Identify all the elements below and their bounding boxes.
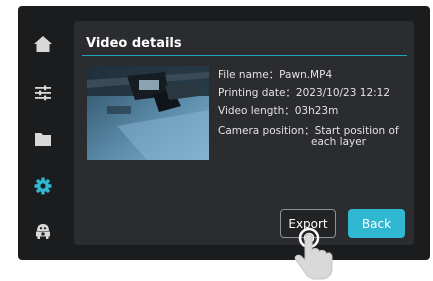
sidebar-item-home[interactable]: [18, 29, 68, 59]
tap-hand-icon: [294, 227, 333, 280]
title-divider: [82, 55, 407, 56]
video-length-text: Video length：03h23m: [218, 105, 339, 117]
file-name-text: File name：Pawn.MP4: [218, 69, 333, 81]
video-thumbnail-image: [87, 66, 209, 160]
home-icon: [34, 36, 52, 52]
sidebar-item-settings[interactable]: [18, 171, 68, 201]
sliders-icon: [35, 85, 51, 101]
gear-icon: [34, 177, 52, 195]
camera-position-text-cont: each layer: [311, 136, 367, 148]
sidebar-item-files[interactable]: [18, 124, 68, 154]
video-thumbnail[interactable]: [87, 66, 209, 160]
sidebar-item-settings-sliders[interactable]: [18, 78, 68, 108]
back-button[interactable]: Back: [348, 209, 405, 238]
camera-position-text: Camera position：Start position of: [218, 125, 399, 137]
sidebar-item-device[interactable]: [18, 216, 68, 246]
printing-date-text: Printing date：2023/10/23 12:12: [218, 87, 391, 99]
sidebar: [18, 6, 68, 260]
panel-title: Video details: [86, 36, 182, 51]
folder-icon: [35, 133, 51, 146]
robot-icon: [36, 224, 50, 239]
